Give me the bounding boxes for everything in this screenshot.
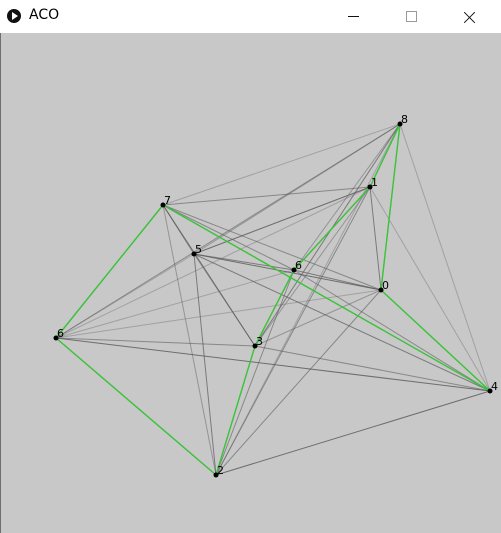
- edge-6-9: [55, 269, 295, 339]
- edge-4-9: [55, 337, 491, 392]
- city-label: 6: [295, 259, 302, 272]
- city-label: 5: [195, 243, 202, 256]
- best-path-edge: [215, 345, 256, 476]
- best-path-edge: [55, 204, 164, 339]
- maximize-button[interactable]: [388, 0, 434, 33]
- play-circle-icon: [7, 9, 21, 23]
- edge-2-6: [215, 269, 295, 476]
- close-icon: [464, 11, 476, 23]
- maximize-icon: [405, 11, 417, 22]
- city-label: 7: [164, 194, 171, 207]
- app-window: ACO 0 1 2 3 4 5 6 7 8 6: [0, 0, 501, 533]
- city-label: 4: [491, 380, 498, 393]
- close-button[interactable]: [447, 0, 493, 33]
- minimize-button[interactable]: [330, 0, 376, 33]
- city-label: 0: [382, 279, 389, 292]
- city-label: 6: [57, 327, 64, 340]
- edge-2-5: [193, 253, 217, 476]
- graph-canvas[interactable]: 0 1 2 3 4 5 6 7 8 6: [0, 33, 501, 533]
- best-path-edge: [380, 289, 491, 392]
- edge-3-8: [254, 123, 401, 347]
- aco-graph: 0 1 2 3 4 5 6 7 8 6: [53, 113, 498, 478]
- edge-2-4: [215, 390, 491, 476]
- best-path-edge: [55, 337, 217, 476]
- edge-3-4: [254, 345, 491, 392]
- window-title: ACO: [29, 7, 60, 23]
- minimize-icon: [347, 16, 359, 17]
- city-label: 1: [371, 176, 378, 189]
- edge-0-9: [55, 289, 382, 339]
- edge-4-6: [293, 269, 491, 392]
- city-label: 2: [217, 464, 224, 477]
- edge-6-8: [293, 123, 401, 271]
- title-bar[interactable]: ACO: [0, 0, 501, 34]
- best-path-edge: [162, 204, 491, 392]
- city-label: 8: [401, 113, 408, 126]
- city-label: 3: [256, 335, 263, 348]
- edge-4-8: [399, 123, 491, 392]
